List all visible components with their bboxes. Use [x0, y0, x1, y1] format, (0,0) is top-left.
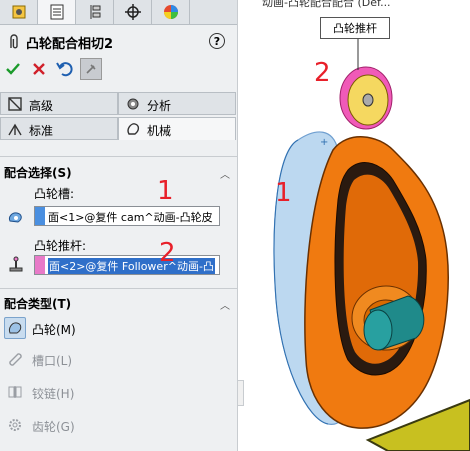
mate-type-gear-label: 齿轮(G): [32, 420, 75, 434]
cam-slot-icon: [9, 212, 22, 223]
property-manager-tab[interactable]: [38, 0, 76, 24]
cam-follower-label: 凸轮推杆:: [34, 239, 87, 253]
pin-button[interactable]: [80, 58, 102, 80]
chevron-up-icon[interactable]: ︿: [220, 166, 230, 181]
display-manager-tab[interactable]: [152, 0, 190, 24]
help-button[interactable]: ?: [209, 33, 225, 49]
hinge-icon: [4, 381, 26, 403]
cam-follower-icon: [9, 256, 23, 272]
tab-mechanical[interactable]: 机械: [118, 117, 236, 140]
cam-follower-tooltip: 凸轮推杆: [320, 17, 390, 39]
annotation-number-1: 1: [157, 176, 174, 206]
mate-type-hinge[interactable]: 铰链(H): [4, 381, 224, 405]
selection-point-marker: +: [320, 137, 328, 148]
display-manager-icon: [163, 5, 178, 19]
mate-type-slot[interactable]: 槽口(L): [4, 348, 224, 372]
cancel-button[interactable]: [28, 58, 50, 80]
ok-button[interactable]: [2, 58, 24, 80]
mate-type-cam-label: 凸轮(M): [32, 323, 76, 337]
tab-analysis[interactable]: 分析: [118, 92, 236, 115]
mate-type-cam[interactable]: 凸轮(M): [4, 317, 224, 341]
annotation-number-2-viewport: 2: [314, 58, 331, 88]
panel-collapse-handle[interactable]: [237, 380, 244, 406]
paperclip-mate-icon: [10, 34, 18, 49]
mate-type-gear[interactable]: 齿轮(G): [4, 414, 224, 438]
cam-icon: [4, 317, 26, 339]
feature-manager-tab[interactable]: [0, 0, 38, 24]
cam-slot-value: 面<1>@复件 cam^动画-凸轮皮: [48, 211, 213, 224]
mate-selections-header[interactable]: 配合选择(S): [4, 164, 72, 181]
slot-icon: [4, 348, 26, 370]
close-icon: [33, 63, 45, 75]
cam-slot-selection-box[interactable]: 面<1>@复件 cam^动画-凸轮皮: [34, 206, 220, 226]
property-manager-panel: 凸轮配合相切2 ? 高级 分析 标准 机械 配合选择(S) ︿ 凸轮槽: 面<1…: [0, 0, 238, 451]
divider: [0, 288, 237, 289]
tab-standard-label: 标准: [29, 124, 54, 138]
property-manager-icon: [50, 4, 63, 20]
tab-standard[interactable]: 标准: [0, 117, 118, 140]
viewport-title: 动画-凸轮配合配合 (Def...: [262, 0, 391, 9]
gear-icon: [4, 414, 26, 436]
mate-tabs-row1: 高级 分析: [0, 92, 237, 116]
undo-icon: [56, 62, 73, 77]
dimxpert-tab[interactable]: [114, 0, 152, 24]
cam-assembly-model[interactable]: +: [238, 0, 470, 451]
undo-button[interactable]: [54, 58, 76, 80]
mate-type-hinge-label: 铰链(H): [32, 387, 75, 401]
mate-type-slot-label: 槽口(L): [32, 354, 73, 368]
analysis-gear-icon: [127, 98, 139, 110]
tab-mechanical-label: 机械: [147, 124, 172, 138]
advanced-mates-icon: [8, 97, 22, 111]
configuration-manager-icon: [90, 5, 100, 19]
property-title-row: 凸轮配合相切2 ?: [0, 28, 237, 56]
annotation-number-1-viewport: 1: [275, 178, 292, 208]
manager-tab-bar: [0, 0, 237, 25]
standard-mates-icon: [8, 123, 22, 136]
checkmark-icon: [6, 63, 20, 75]
tab-analysis-label: 分析: [147, 99, 172, 113]
shaft-end: [363, 309, 393, 351]
mate-tabs-row2: 标准 机械: [0, 117, 237, 141]
cam-slot-color-swatch: [35, 207, 45, 225]
cam-slot-label: 凸轮槽:: [34, 187, 75, 201]
cam-follower-selection-box[interactable]: 面<2>@复件 Follower^动画-凸: [34, 255, 220, 275]
action-buttons: [0, 58, 237, 82]
chevron-up-icon[interactable]: ︿: [220, 297, 230, 312]
tab-advanced-label: 高级: [29, 99, 54, 113]
cam-follower-color-swatch: [35, 256, 45, 274]
mechanical-mates-icon: [127, 123, 140, 135]
cam-follower-value: 面<2>@复件 Follower^动画-凸: [48, 258, 215, 274]
feature-manager-icon: [12, 5, 25, 19]
pushpin-icon: [86, 64, 96, 74]
mate-types-header[interactable]: 配合类型(T): [4, 295, 71, 312]
graphics-viewport[interactable]: +: [238, 0, 470, 451]
follower-pin: [362, 93, 374, 107]
annotation-number-2: 2: [159, 238, 176, 268]
page-title: 凸轮配合相切2: [26, 37, 114, 52]
divider: [0, 156, 237, 157]
crosshair-icon: [124, 4, 141, 20]
tab-advanced[interactable]: 高级: [0, 92, 118, 115]
configuration-manager-tab[interactable]: [76, 0, 114, 24]
